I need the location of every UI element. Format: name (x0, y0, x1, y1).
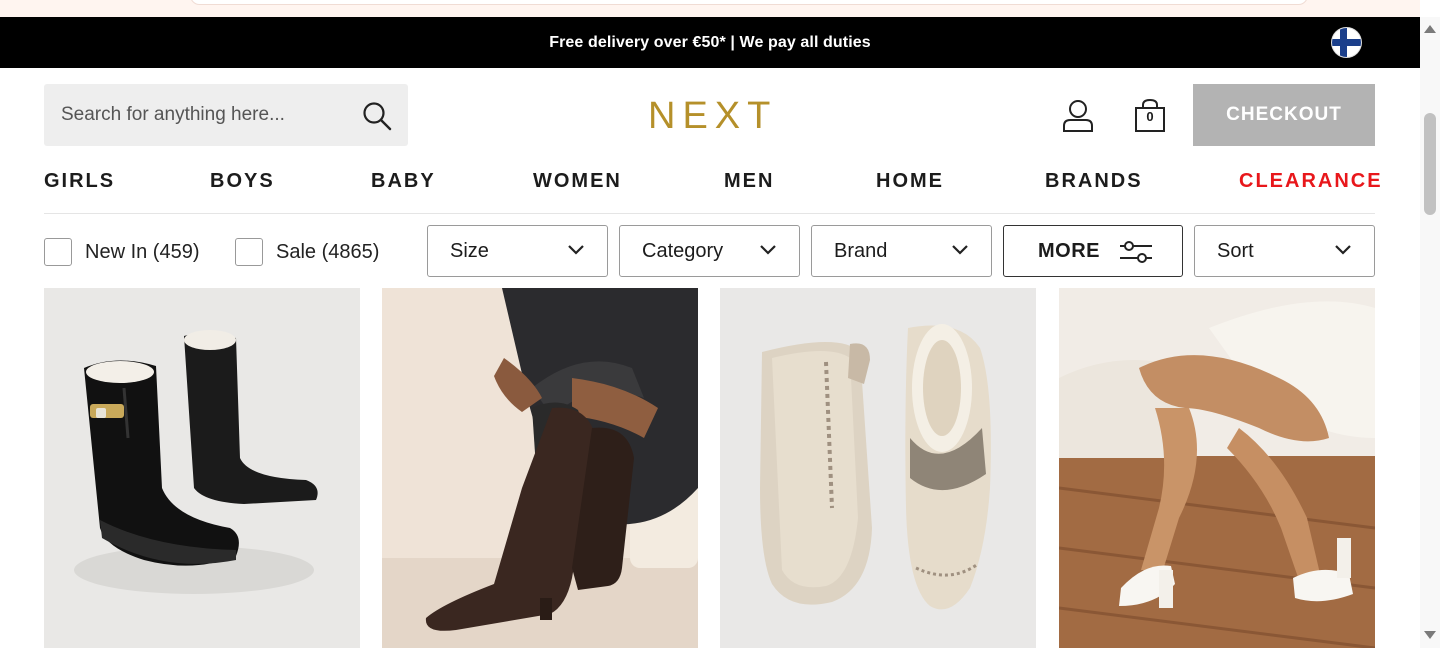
nav-item-baby[interactable]: BABY (371, 170, 436, 193)
scroll-down-icon[interactable] (1424, 631, 1436, 639)
chevron-down-icon (568, 245, 584, 255)
vertical-scrollbar[interactable] (1420, 17, 1440, 648)
product-tile[interactable] (44, 288, 360, 648)
top-strip (0, 0, 1420, 17)
nav-item-clearance[interactable]: CLEARANCE (1239, 170, 1383, 193)
chevron-down-icon (952, 245, 968, 255)
more-label: MORE (1038, 239, 1100, 262)
sliders-icon (1120, 241, 1152, 263)
top-banner-pill (190, 0, 1308, 5)
checkout-button[interactable]: CHECKOUT (1193, 84, 1375, 146)
nav-item-boys[interactable]: BOYS (210, 170, 275, 193)
promo-banner: Free delivery over €50* | We pay all dut… (0, 17, 1420, 68)
sale-label: Sale (4865) (276, 240, 380, 263)
chevron-down-icon (760, 245, 776, 255)
finland-flag-icon[interactable] (1332, 28, 1361, 57)
new-in-label: New In (459) (85, 240, 200, 263)
new-in-filter[interactable]: New In (459) (44, 237, 200, 267)
next-logo[interactable]: NEXT (648, 94, 772, 138)
brown-knee-high-boots-image[interactable] (382, 288, 698, 648)
category-label: Category (642, 239, 724, 262)
bag-count: 0 (1146, 109, 1154, 124)
white-block-heel-sandals-image[interactable] (1059, 288, 1375, 648)
product-tile[interactable] (382, 288, 698, 648)
shopping-bag[interactable]: 0 (1132, 99, 1168, 133)
new-in-checkbox[interactable] (44, 238, 72, 266)
account-icon[interactable] (1060, 99, 1096, 133)
chevron-down-icon (1335, 245, 1351, 255)
sort-dropdown[interactable]: Sort (1194, 225, 1375, 277)
nav-item-home[interactable]: HOME (876, 170, 944, 193)
scroll-thumb[interactable] (1424, 113, 1436, 215)
size-label: Size (450, 239, 489, 262)
nav-divider (44, 213, 1375, 214)
nav-item-girls[interactable]: GIRLS (44, 170, 115, 193)
product-tile[interactable] (720, 288, 1036, 648)
search-bar (44, 84, 408, 146)
cream-platform-slippers-image[interactable] (720, 288, 1036, 648)
product-tile[interactable] (1059, 288, 1375, 648)
nav-item-brands[interactable]: BRANDS (1045, 170, 1143, 193)
brand-dropdown[interactable]: Brand (811, 225, 992, 277)
main-nav: GIRLS BOYS BABY WOMEN MEN HOME BRANDS CL… (44, 170, 1381, 196)
category-dropdown[interactable]: Category (619, 225, 800, 277)
size-dropdown[interactable]: Size (427, 225, 608, 277)
product-grid (44, 288, 1375, 648)
nav-item-men[interactable]: MEN (724, 170, 774, 193)
brand-label: Brand (834, 239, 888, 262)
search-input[interactable] (44, 84, 344, 146)
black-wellington-boots-image[interactable] (44, 288, 360, 648)
search-icon[interactable] (362, 101, 392, 131)
sale-filter[interactable]: Sale (4865) (235, 237, 379, 267)
nav-item-women[interactable]: WOMEN (533, 170, 622, 193)
scroll-up-icon[interactable] (1424, 25, 1436, 33)
more-filters-button[interactable]: MORE (1003, 225, 1183, 277)
sale-checkbox[interactable] (235, 238, 263, 266)
sort-label: Sort (1217, 239, 1254, 262)
promo-text: Free delivery over €50* | We pay all dut… (549, 33, 871, 51)
